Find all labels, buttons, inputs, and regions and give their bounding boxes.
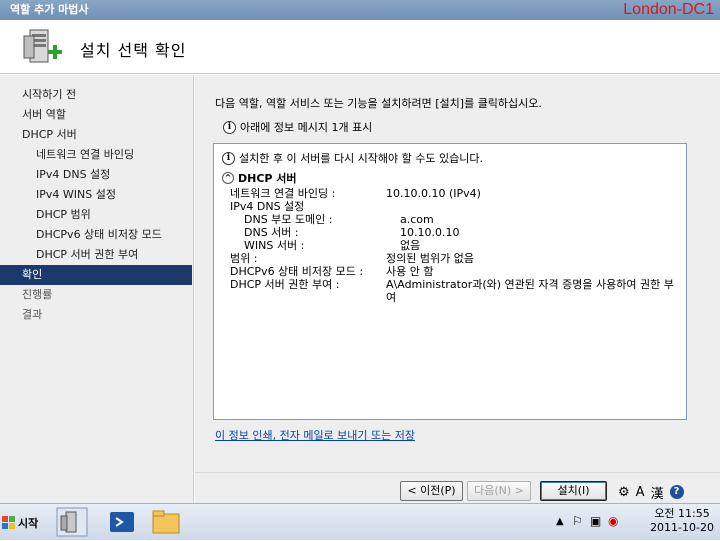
step-progress: 진행률 xyxy=(22,288,53,301)
host-label: London-DC1 xyxy=(623,1,714,18)
server-manager-taskbar-icon[interactable] xyxy=(56,507,88,537)
previous-button[interactable]: < 이전(P) xyxy=(400,481,463,501)
detail-row: DHCPv6 상태 비저장 모드 : 사용 안 함 xyxy=(222,265,678,278)
collapse-chevron-icon[interactable]: ^ xyxy=(222,172,234,184)
system-tray: ▲ ⚐ ▣ ◉ 오전 11:55 2011-10-20 xyxy=(550,504,720,541)
explorer-folder-taskbar-icon[interactable] xyxy=(150,507,182,537)
detail-key: 범위 : xyxy=(230,252,258,265)
wizard-steps-sidebar: 시작하기 전 서버 역할 DHCP 서버 네트워크 연결 바인딩 IPv4 DN… xyxy=(0,75,194,503)
clock-date: 2011-10-20 xyxy=(650,521,714,534)
info-icon: i xyxy=(222,151,235,165)
detail-value: 10.10.0.10 (IPv4) xyxy=(386,187,481,200)
clock[interactable]: 오전 11:55 2011-10-20 xyxy=(650,507,714,535)
instruction-text: 다음 역할, 역할 서비스 또는 기능을 설치하려면 [설치]를 클릭하십시오. xyxy=(215,97,542,110)
clock-time: 오전 11:55 xyxy=(654,507,710,520)
start-label: 시작 xyxy=(18,517,39,530)
dhcp-section-header[interactable]: ^ DHCP 서버 xyxy=(222,169,678,187)
powershell-taskbar-icon[interactable] xyxy=(106,507,138,537)
info-message-text: 아래에 정보 메시지 1개 표시 xyxy=(240,121,373,134)
restart-note-row: i 설치한 후 이 서버를 다시 시작해야 할 수도 있습니다. xyxy=(222,150,678,166)
step-dhcp-server[interactable]: DHCP 서버 xyxy=(0,125,193,145)
restart-note-text: 설치한 후 이 서버를 다시 시작해야 할 수도 있습니다. xyxy=(239,152,483,165)
detail-row: IPv4 DNS 설정 xyxy=(222,200,678,213)
wizard-header: 설치 선택 확인 xyxy=(0,20,720,74)
install-button[interactable]: 설치(I) xyxy=(540,481,607,501)
step-ipv4-wins[interactable]: IPv4 WINS 설정 xyxy=(0,185,193,205)
confirmation-panel: 다음 역할, 역할 서비스 또는 기능을 설치하려면 [설치]를 클릭하십시오.… xyxy=(195,75,720,472)
detail-value: 10.10.0.10 xyxy=(400,226,460,239)
detail-value: a.com xyxy=(400,213,434,226)
ime-settings-icon[interactable]: ⚙ xyxy=(618,485,630,500)
detail-row: DNS 서버 : 10.10.0.10 xyxy=(222,226,678,239)
dhcp-section-title: DHCP 서버 xyxy=(238,172,297,185)
language-bar: ⚙ A 漢 ? xyxy=(618,483,720,502)
detail-row: WINS 서버 : 없음 xyxy=(222,239,678,252)
page-title: 설치 선택 확인 xyxy=(80,41,187,60)
show-hidden-icons-chevron-icon[interactable]: ▲ xyxy=(556,516,564,527)
detail-value: 없음 xyxy=(400,239,421,252)
info-message-row: i 아래에 정보 메시지 1개 표시 xyxy=(223,119,372,135)
step-confirmation[interactable]: 확인 xyxy=(0,265,192,285)
step-server-roles[interactable]: 서버 역할 xyxy=(0,105,193,125)
step-network-binding[interactable]: 네트워크 연결 바인딩 xyxy=(0,145,193,165)
info-icon: i xyxy=(223,120,236,134)
detail-key: WINS 서버 : xyxy=(244,239,305,252)
help-icon[interactable]: ? xyxy=(669,485,684,499)
window-title: 역할 추가 마법사 xyxy=(10,3,89,16)
next-button[interactable]: 다음(N) > xyxy=(467,481,531,501)
step-dhcpv6-stateless[interactable]: DHCPv6 상태 비저장 모드 xyxy=(0,225,193,245)
detail-value: A\Administrator과(와) 연관된 자격 증명을 사용하여 권한 부… xyxy=(386,278,674,304)
step-before-you-begin[interactable]: 시작하기 전 xyxy=(0,85,193,105)
confirmation-details-box[interactable]: i 설치한 후 이 서버를 다시 시작해야 할 수도 있습니다. ^ DHCP … xyxy=(213,143,687,420)
detail-key: DNS 부모 도메인 : xyxy=(244,213,333,226)
taskbar: 시작 ▲ ⚐ ▣ ◉ 오전 11:55 2011-10-20 xyxy=(0,503,720,540)
detail-row: DHCP 서버 권한 부여 : A\Administrator과(와) 연관된 … xyxy=(222,278,678,304)
step-dhcp-authorization[interactable]: DHCP 서버 권한 부여 xyxy=(0,245,193,265)
detail-key: DNS 서버 : xyxy=(244,226,299,239)
print-email-save-link[interactable]: 이 정보 인쇄, 전자 메일로 보내기 또는 저장 xyxy=(215,427,415,443)
detail-key: 네트워크 연결 바인딩 : xyxy=(230,187,336,200)
step-ipv4-dns[interactable]: IPv4 DNS 설정 xyxy=(0,165,193,185)
start-button[interactable]: 시작 xyxy=(2,511,46,535)
ime-hanja-icon[interactable]: 漢 xyxy=(651,483,664,502)
step-results: 결과 xyxy=(22,308,43,321)
detail-value: 사용 안 함 xyxy=(386,265,434,278)
detail-key: IPv4 DNS 설정 xyxy=(230,200,305,213)
volume-muted-icon[interactable]: ◉ xyxy=(608,514,618,528)
action-center-flag-icon[interactable]: ⚐ xyxy=(572,514,583,528)
detail-row: DNS 부모 도메인 : a.com xyxy=(222,213,678,226)
detail-key: DHCPv6 상태 비저장 모드 : xyxy=(230,265,364,278)
windows-logo-icon xyxy=(2,516,15,529)
detail-row: 네트워크 연결 바인딩 : 10.10.0.10 (IPv4) xyxy=(222,187,678,200)
server-add-icon xyxy=(23,29,62,63)
ime-alpha-icon[interactable]: A xyxy=(636,485,645,500)
window-titlebar[interactable]: 역할 추가 마법사 xyxy=(0,0,720,20)
network-icon[interactable]: ▣ xyxy=(590,514,601,528)
step-dhcp-scope[interactable]: DHCP 범위 xyxy=(0,205,193,225)
detail-row: 범위 : 정의된 범위가 없음 xyxy=(222,252,678,265)
detail-value xyxy=(386,200,678,213)
detail-value: 정의된 범위가 없음 xyxy=(386,252,474,265)
detail-key: DHCP 서버 권한 부여 : xyxy=(230,278,340,291)
